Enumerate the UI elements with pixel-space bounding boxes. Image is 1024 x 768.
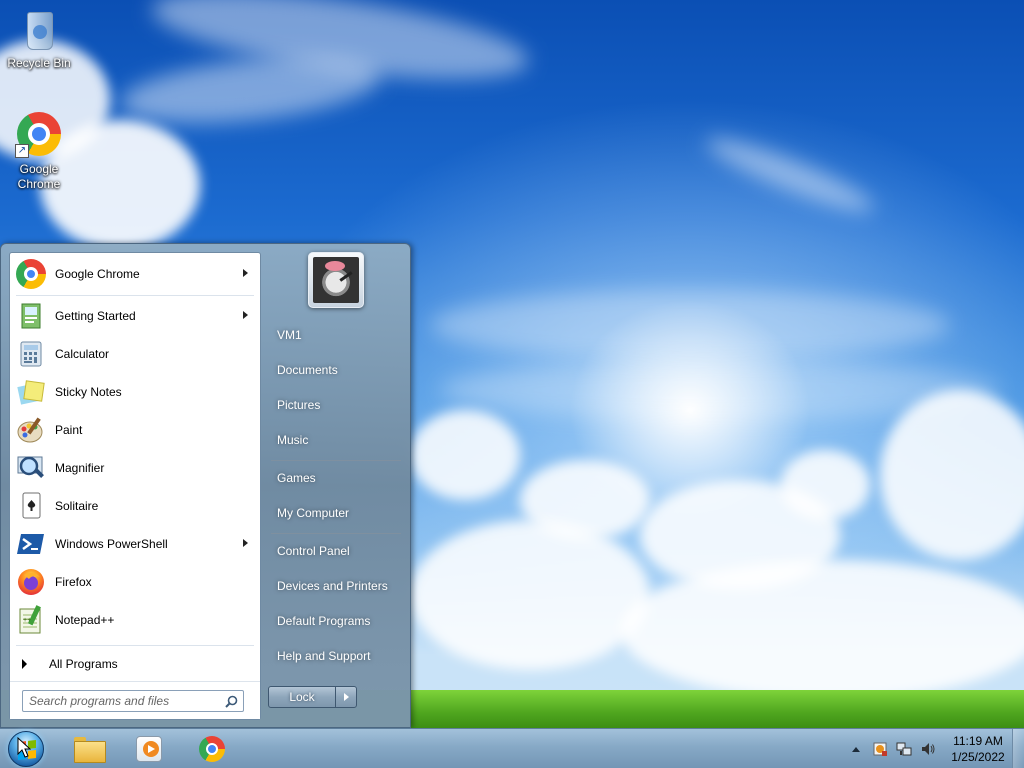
all-programs-arrow-icon [22,659,27,669]
documents-label: Documents [277,363,338,377]
show-hidden-icons-icon[interactable] [846,739,866,759]
start-menu-programs-pane: Google Chrome Getting Started Calculator… [9,252,261,720]
sticky-notes-icon [15,376,47,408]
submenu-arrow-icon[interactable] [243,539,248,547]
system-tray: 11:19 AM 1/25/2022 [844,729,1010,768]
separator [16,295,254,296]
powershell-icon [15,528,47,560]
shortcut-arrow-icon: ↗ [15,144,29,158]
search-icon[interactable] [225,695,238,708]
network-icon[interactable] [894,739,914,759]
control-panel-label: Control Panel [277,544,350,558]
action-center-flag-icon[interactable] [870,739,890,759]
right-item-games[interactable]: Games [269,463,403,493]
svg-text:++: ++ [23,617,31,624]
user-avatar[interactable] [308,252,364,308]
desktop-icon-google-chrome[interactable]: ↗ Google Chrome [1,112,77,192]
right-item-documents[interactable]: Documents [269,355,403,385]
taskbar-file-explorer[interactable] [60,731,118,767]
program-label: Windows PowerShell [55,537,168,551]
pictures-label: Pictures [277,398,321,412]
program-google-chrome[interactable]: Google Chrome [12,255,258,293]
games-label: Games [277,471,316,485]
taskbar-media-player[interactable] [120,731,178,767]
clock[interactable]: 11:19 AM 1/25/2022 [946,733,1010,765]
user-name: VM1 [277,328,302,342]
program-label: Paint [55,423,83,437]
program-notepad-plus-plus[interactable]: ++ Notepad++ [12,601,258,639]
all-programs-label: All Programs [49,657,118,671]
separator [16,645,254,646]
submenu-arrow-icon[interactable] [243,269,248,277]
right-item-user[interactable]: VM1 [269,320,403,350]
shutdown-options-arrow-icon[interactable] [335,686,357,708]
right-item-music[interactable]: Music [269,425,403,455]
program-label: Getting Started [55,309,136,323]
chrome-icon [199,736,225,762]
desktop-icon-recycle-bin[interactable]: Recycle Bin [1,6,77,71]
right-item-help-and-support[interactable]: Help and Support [269,641,403,671]
media-player-icon [136,736,162,762]
paint-icon [15,414,47,446]
desktop-icon-label: Recycle Bin [7,56,71,70]
mouse-cursor-icon [17,737,31,758]
chrome-icon [16,259,46,289]
my-computer-label: My Computer [277,506,350,520]
right-item-devices-and-printers[interactable]: Devices and Printers [269,571,403,601]
right-item-my-computer[interactable]: My Computer [269,498,403,528]
chrome-icon: ↗ [15,112,63,160]
program-solitaire[interactable]: Solitaire [12,487,258,525]
user-picture-icon [313,257,359,303]
submenu-arrow-icon[interactable] [243,311,248,319]
program-label: Sticky Notes [55,385,122,399]
program-label: Firefox [55,575,92,589]
search-input[interactable] [29,694,219,708]
volume-icon[interactable] [918,739,938,759]
separator [271,533,401,534]
separator [271,460,401,461]
calculator-icon [15,338,47,370]
taskbar: 11:19 AM 1/25/2022 [0,728,1024,768]
program-firefox[interactable]: Firefox [12,563,258,601]
all-programs-button[interactable]: All Programs [12,649,258,679]
search-area [10,681,260,719]
clock-date: 1/25/2022 [951,750,1005,764]
right-item-control-panel[interactable]: Control Panel [269,536,403,566]
program-getting-started[interactable]: Getting Started [12,297,258,335]
file-explorer-icon [74,737,106,763]
solitaire-icon [15,490,47,522]
recycle-bin-icon [15,6,63,54]
music-label: Music [277,433,309,447]
notepad-plus-plus-icon: ++ [15,604,47,636]
help-support-label: Help and Support [277,649,371,663]
lock-button[interactable]: Lock [268,686,336,708]
desktop-icon-label: Google Chrome [17,162,61,191]
show-desktop-button[interactable] [1012,729,1024,768]
taskbar-chrome[interactable] [183,731,241,767]
right-item-default-programs[interactable]: Default Programs [269,606,403,636]
search-box[interactable] [22,690,244,712]
start-menu: Google Chrome Getting Started Calculator… [0,243,411,728]
clock-time: 11:19 AM [953,734,1003,748]
default-programs-label: Default Programs [277,614,371,628]
program-label: Magnifier [55,461,105,475]
right-item-pictures[interactable]: Pictures [269,390,403,420]
getting-started-icon [15,300,47,332]
devices-printers-label: Devices and Printers [277,579,388,593]
firefox-icon [15,566,47,598]
program-label: Calculator [55,347,110,361]
magnifier-icon [15,452,47,484]
program-label: Google Chrome [55,267,140,281]
program-windows-powershell[interactable]: Windows PowerShell [12,525,258,563]
program-label: Solitaire [55,499,99,513]
program-magnifier[interactable]: Magnifier [12,449,258,487]
program-sticky-notes[interactable]: Sticky Notes [12,373,258,411]
program-label: Notepad++ [55,613,115,627]
program-paint[interactable]: Paint [12,411,258,449]
program-calculator[interactable]: Calculator [12,335,258,373]
